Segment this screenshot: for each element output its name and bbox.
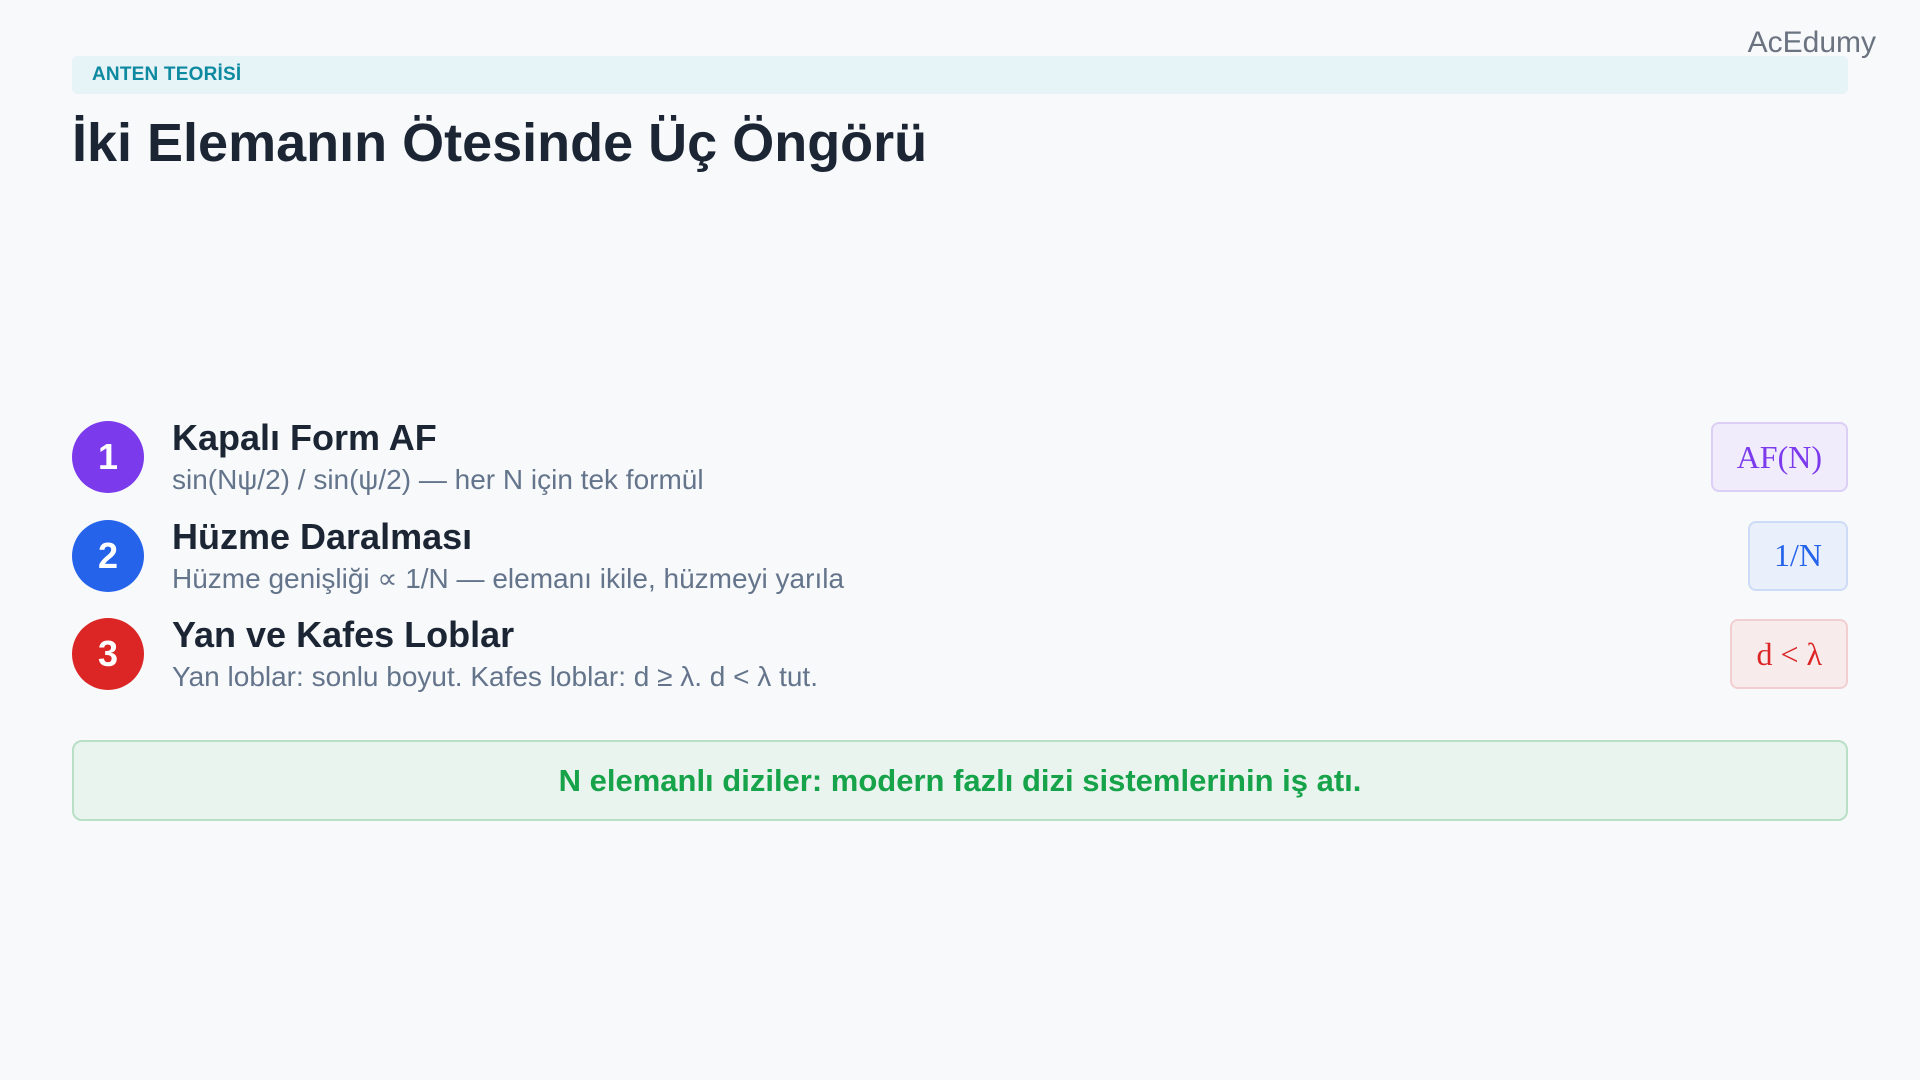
brand-logo-text: AcEdumy bbox=[1747, 26, 1876, 59]
item-description: sin(Nψ/2) / sin(ψ/2) — her N için tek fo… bbox=[172, 464, 704, 495]
item-number-badge: 1 bbox=[72, 421, 144, 493]
item-title: Hüzme Daralması bbox=[172, 515, 473, 557]
formula-chip: AF(N) bbox=[1710, 422, 1848, 492]
page-title: İki Elemanın Ötesinde Üç Öngörü bbox=[72, 113, 928, 173]
list-item: 1 Kapalı Form AF sin(Nψ/2) / sin(ψ/2) — … bbox=[72, 418, 1848, 517]
item-number-badge: 3 bbox=[72, 618, 144, 690]
list-item: 2 Hüzme Daralması Hüzme genişliği ∝ 1/N … bbox=[72, 515, 1848, 616]
item-description: Yan loblar: sonlu boyut. Kafes loblar: d… bbox=[172, 661, 818, 692]
section-tag: ANTEN TEORİSİ bbox=[72, 56, 1848, 94]
item-number-badge: 2 bbox=[72, 519, 144, 592]
item-description: Hüzme genişliği ∝ 1/N — elemanı ikile, h… bbox=[172, 562, 845, 594]
formula-chip: d < λ bbox=[1730, 619, 1848, 689]
item-title: Kapalı Form AF bbox=[172, 417, 437, 458]
insight-list: 1 Kapalı Form AF sin(Nψ/2) / sin(ψ/2) — … bbox=[72, 418, 1848, 714]
list-item: 3 Yan ve Kafes Loblar Yan loblar: sonlu … bbox=[72, 615, 1848, 714]
formula-chip: 1/N bbox=[1748, 520, 1848, 591]
summary-callout: N elemanlı diziler: modern fazlı dizi si… bbox=[72, 740, 1848, 821]
item-title: Yan ve Kafes Loblar bbox=[172, 614, 515, 655]
